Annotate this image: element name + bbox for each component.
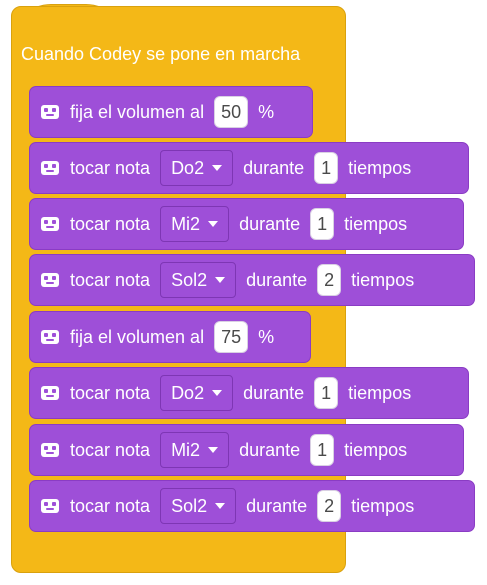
during-label: durante [246, 495, 308, 516]
block-label: tocar nota [70, 382, 151, 403]
play-note-block[interactable]: tocar nota Mi2 durante 1 tiempos [29, 424, 464, 476]
percent-unit: % [258, 326, 275, 347]
beats-unit: tiempos [351, 269, 415, 290]
codey-robot-icon [40, 383, 60, 403]
note-dropdown-value: Mi2 [171, 213, 201, 234]
volume-input[interactable]: 50 [214, 96, 249, 128]
block-label: tocar nota [70, 213, 151, 234]
caret-down-icon [212, 165, 223, 171]
codey-robot-icon [40, 440, 60, 460]
beats-unit: tiempos [344, 439, 408, 460]
set-volume-block[interactable]: fija el volumen al 50% [29, 86, 313, 138]
block-label: fija el volumen al [70, 101, 205, 122]
caret-down-icon [215, 277, 226, 283]
note-dropdown[interactable]: Sol2 [160, 262, 237, 298]
during-label: durante [246, 269, 308, 290]
note-dropdown-value: Sol2 [171, 269, 208, 290]
note-dropdown-value: Do2 [171, 382, 205, 403]
note-dropdown[interactable]: Do2 [160, 150, 234, 186]
beats-unit: tiempos [351, 495, 415, 516]
set-volume-block[interactable]: fija el volumen al 75% [29, 311, 311, 363]
note-dropdown-value: Do2 [171, 157, 205, 178]
during-label: durante [239, 213, 301, 234]
block-label: tocar nota [70, 269, 151, 290]
codey-robot-icon [40, 158, 60, 178]
during-label: durante [243, 157, 305, 178]
codey-robot-icon [40, 496, 60, 516]
beats-input[interactable]: 1 [314, 152, 339, 184]
block-label: tocar nota [70, 439, 151, 460]
block-label: tocar nota [70, 157, 151, 178]
note-dropdown[interactable]: Mi2 [160, 432, 230, 468]
play-note-block[interactable]: tocar nota Sol2 durante 2 tiempos [29, 254, 475, 306]
caret-down-icon [208, 447, 219, 453]
block-label: tocar nota [70, 495, 151, 516]
caret-down-icon [208, 221, 219, 227]
volume-input[interactable]: 75 [214, 321, 249, 353]
play-note-block[interactable]: tocar nota Do2 durante 1 tiempos [29, 142, 469, 194]
beats-input[interactable]: 1 [310, 208, 335, 240]
beats-input[interactable]: 2 [317, 490, 342, 522]
block-label: fija el volumen al [70, 326, 205, 347]
codey-robot-icon [40, 270, 60, 290]
note-dropdown[interactable]: Do2 [160, 375, 234, 411]
beats-unit: tiempos [348, 157, 412, 178]
play-note-block[interactable]: tocar nota Do2 durante 1 tiempos [29, 367, 469, 419]
codey-robot-icon [40, 214, 60, 234]
play-note-block[interactable]: tocar nota Sol2 durante 2 tiempos [29, 480, 475, 532]
play-note-block[interactable]: tocar nota Mi2 durante 1 tiempos [29, 198, 464, 250]
caret-down-icon [215, 503, 226, 509]
during-label: durante [243, 382, 305, 403]
beats-input[interactable]: 1 [314, 377, 339, 409]
note-dropdown-value: Mi2 [171, 439, 201, 460]
beats-input[interactable]: 1 [310, 434, 335, 466]
during-label: durante [239, 439, 301, 460]
percent-unit: % [258, 101, 275, 122]
note-dropdown[interactable]: Mi2 [160, 206, 230, 242]
code-canvas: Cuando Codey se pone en marcha fija el v… [0, 0, 487, 585]
hat-block-title: Cuando Codey se pone en marcha [21, 44, 301, 64]
codey-robot-icon [40, 327, 60, 347]
beats-unit: tiempos [348, 382, 412, 403]
codey-robot-icon [40, 102, 60, 122]
beats-unit: tiempos [344, 213, 408, 234]
beats-input[interactable]: 2 [317, 264, 342, 296]
note-dropdown[interactable]: Sol2 [160, 488, 237, 524]
caret-down-icon [212, 390, 223, 396]
note-dropdown-value: Sol2 [171, 495, 208, 516]
